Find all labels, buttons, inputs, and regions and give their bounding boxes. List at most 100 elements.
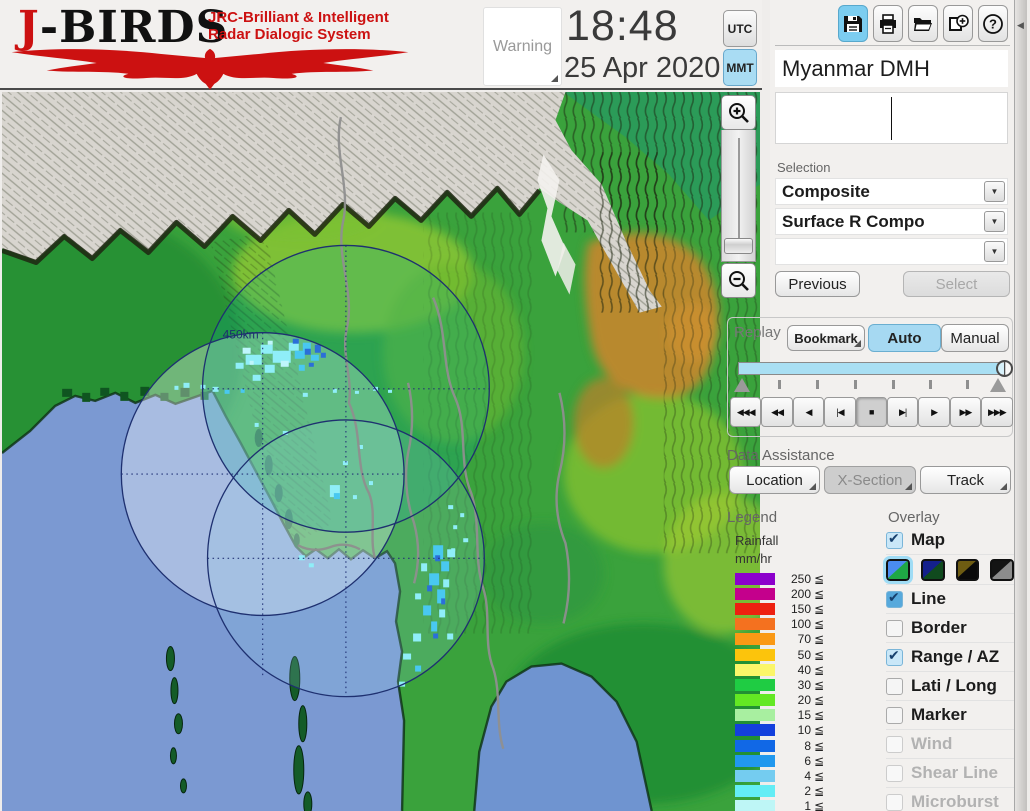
legend-lte-sign: ≦: [814, 632, 824, 646]
overlay-checkbox[interactable]: ✔: [886, 736, 903, 753]
overlay-checkbox[interactable]: ✔: [886, 794, 903, 811]
overlay-checkbox[interactable]: ✔: [886, 765, 903, 782]
bookmark-button[interactable]: Bookmark: [787, 325, 865, 351]
playback-button[interactable]: ◀◀: [761, 397, 792, 427]
playback-button[interactable]: ▶▶▶: [981, 397, 1012, 427]
legend-color-swatch: [735, 785, 775, 797]
legend-color-swatch: [735, 649, 775, 661]
mmt-button[interactable]: MMT: [723, 49, 757, 86]
legend-lte-sign: ≦: [814, 784, 824, 798]
open-folder-button[interactable]: [908, 5, 938, 42]
zoom-in-icon: [727, 101, 751, 125]
chevron-down-icon[interactable]: ▼: [984, 181, 1005, 202]
chevron-down-icon[interactable]: ▼: [984, 241, 1005, 262]
legend-value: 4: [775, 769, 811, 783]
replay-progress-slider[interactable]: [738, 362, 1006, 375]
legend-row: 8 ≦: [735, 738, 835, 753]
playback-button[interactable]: ◀: [793, 397, 824, 427]
overlay-row[interactable]: ✔ Shear Line: [886, 759, 1014, 788]
panel-splitter[interactable]: ◀: [1014, 0, 1027, 811]
playback-button[interactable]: ◀◀◀: [730, 397, 761, 427]
help-button[interactable]: ?: [978, 5, 1008, 42]
overlay-row[interactable]: ✔ Microburst: [886, 788, 1014, 811]
overlay-checkbox[interactable]: ✔: [886, 678, 903, 695]
legend-color-swatch: [735, 633, 775, 645]
save-icon: [842, 13, 864, 35]
map-style-swatch[interactable]: [956, 559, 980, 581]
capture-add-button[interactable]: [943, 5, 973, 42]
overlay-row[interactable]: ✔ Lati / Long: [886, 672, 1014, 701]
playback-button[interactable]: |◀: [824, 397, 855, 427]
help-icon: ?: [982, 13, 1004, 35]
svg-text:?: ?: [989, 16, 997, 31]
legend-row: 50 ≦: [735, 647, 835, 662]
map-style-swatch[interactable]: [990, 559, 1014, 581]
chevron-down-icon[interactable]: ▼: [984, 211, 1005, 232]
selection-dropdown[interactable]: Surface R Compo ▼: [775, 208, 1008, 235]
previous-button[interactable]: Previous: [775, 271, 860, 297]
legend-row: 30 ≦: [735, 677, 835, 692]
control-panel: ? Myanmar DMH Selection Composite ▼ Surf…: [770, 0, 1014, 811]
selection-dropdown[interactable]: ▼: [775, 238, 1008, 265]
overlay-row[interactable]: ✔ Range / AZ: [886, 643, 1014, 672]
map-style-swatch[interactable]: [921, 559, 945, 581]
legend-color-swatch: [735, 740, 775, 752]
map-style-swatch[interactable]: [886, 559, 910, 581]
manual-button[interactable]: Manual: [941, 324, 1009, 352]
radar-map-viewport[interactable]: 450km: [2, 92, 760, 811]
legend-color-swatch: [735, 800, 775, 811]
legend-value: 100: [775, 617, 811, 631]
eagle-icon: [10, 46, 410, 90]
utc-button[interactable]: UTC: [723, 10, 757, 47]
playback-controls: ◀◀◀ ◀◀ ◀ |◀ ■ ▶| ▶ ▶▶ ▶▶▶: [730, 397, 1013, 427]
replay-label: Replay: [734, 324, 781, 341]
selection-dropdown[interactable]: Composite ▼: [775, 178, 1008, 205]
overlay-row[interactable]: ✔ Wind: [886, 730, 1014, 759]
replay-slider-handle[interactable]: [996, 360, 1013, 377]
playback-button[interactable]: ▶|: [887, 397, 918, 427]
overlay-row-label: Microburst: [911, 792, 999, 811]
overlay-row-map[interactable]: ✔ Map: [886, 526, 1014, 555]
xsection-button[interactable]: X-Section: [824, 466, 916, 494]
select-button[interactable]: Select: [903, 271, 1010, 297]
zoom-slider-handle[interactable]: [724, 238, 753, 254]
save-button[interactable]: [838, 5, 868, 42]
overlay-checkbox[interactable]: ✔: [886, 620, 903, 637]
zoom-out-icon: [727, 269, 751, 293]
warning-button[interactable]: Warning: [483, 7, 562, 86]
map-checkbox[interactable]: ✔: [886, 532, 903, 549]
playback-button[interactable]: ▶: [918, 397, 949, 427]
overlay-row[interactable]: ✔ Line: [886, 585, 1014, 614]
overlay-checkbox[interactable]: ✔: [886, 591, 903, 608]
overlay-checkbox[interactable]: ✔: [886, 707, 903, 724]
auto-button[interactable]: Auto: [868, 324, 941, 352]
toolbar: ?: [838, 5, 1008, 42]
location-button[interactable]: Location: [729, 466, 820, 494]
jbirds-logo: J-BIRDS JRC-Brilliant & Intelligent Rada…: [10, 2, 480, 88]
status-box-divider: [891, 97, 892, 140]
zoom-in-button[interactable]: [721, 95, 756, 130]
legend-value: 8: [775, 739, 811, 753]
legend-value: 15: [775, 708, 811, 722]
collapse-left-icon[interactable]: ◀: [1017, 20, 1024, 31]
legend-lte-sign: ≦: [814, 723, 824, 737]
print-button[interactable]: [873, 5, 903, 42]
legend-value: 150: [775, 602, 811, 616]
overlay-row[interactable]: ✔ Marker: [886, 701, 1014, 730]
data-assistance-label: Data Assistance: [727, 447, 835, 464]
zoom-slider-track[interactable]: [721, 130, 756, 262]
legend-lte-sign: ≦: [814, 617, 824, 631]
radar-map: 450km: [2, 92, 760, 811]
overlay-row-label: Marker: [911, 705, 967, 725]
track-button[interactable]: Track: [920, 466, 1011, 494]
overlay-row-label: Border: [911, 618, 967, 638]
overlay-row[interactable]: ✔ Border: [886, 614, 1014, 643]
playback-button[interactable]: ■: [856, 397, 887, 427]
zoom-out-button[interactable]: [721, 263, 756, 298]
overlay-checkbox[interactable]: ✔: [886, 649, 903, 666]
legend-value: 70: [775, 632, 811, 646]
playback-button[interactable]: ▶▶: [950, 397, 981, 427]
clock-time: 18:48: [566, 2, 679, 51]
legend-value: 40: [775, 663, 811, 677]
legend-title-1: Rainfall: [735, 532, 835, 550]
